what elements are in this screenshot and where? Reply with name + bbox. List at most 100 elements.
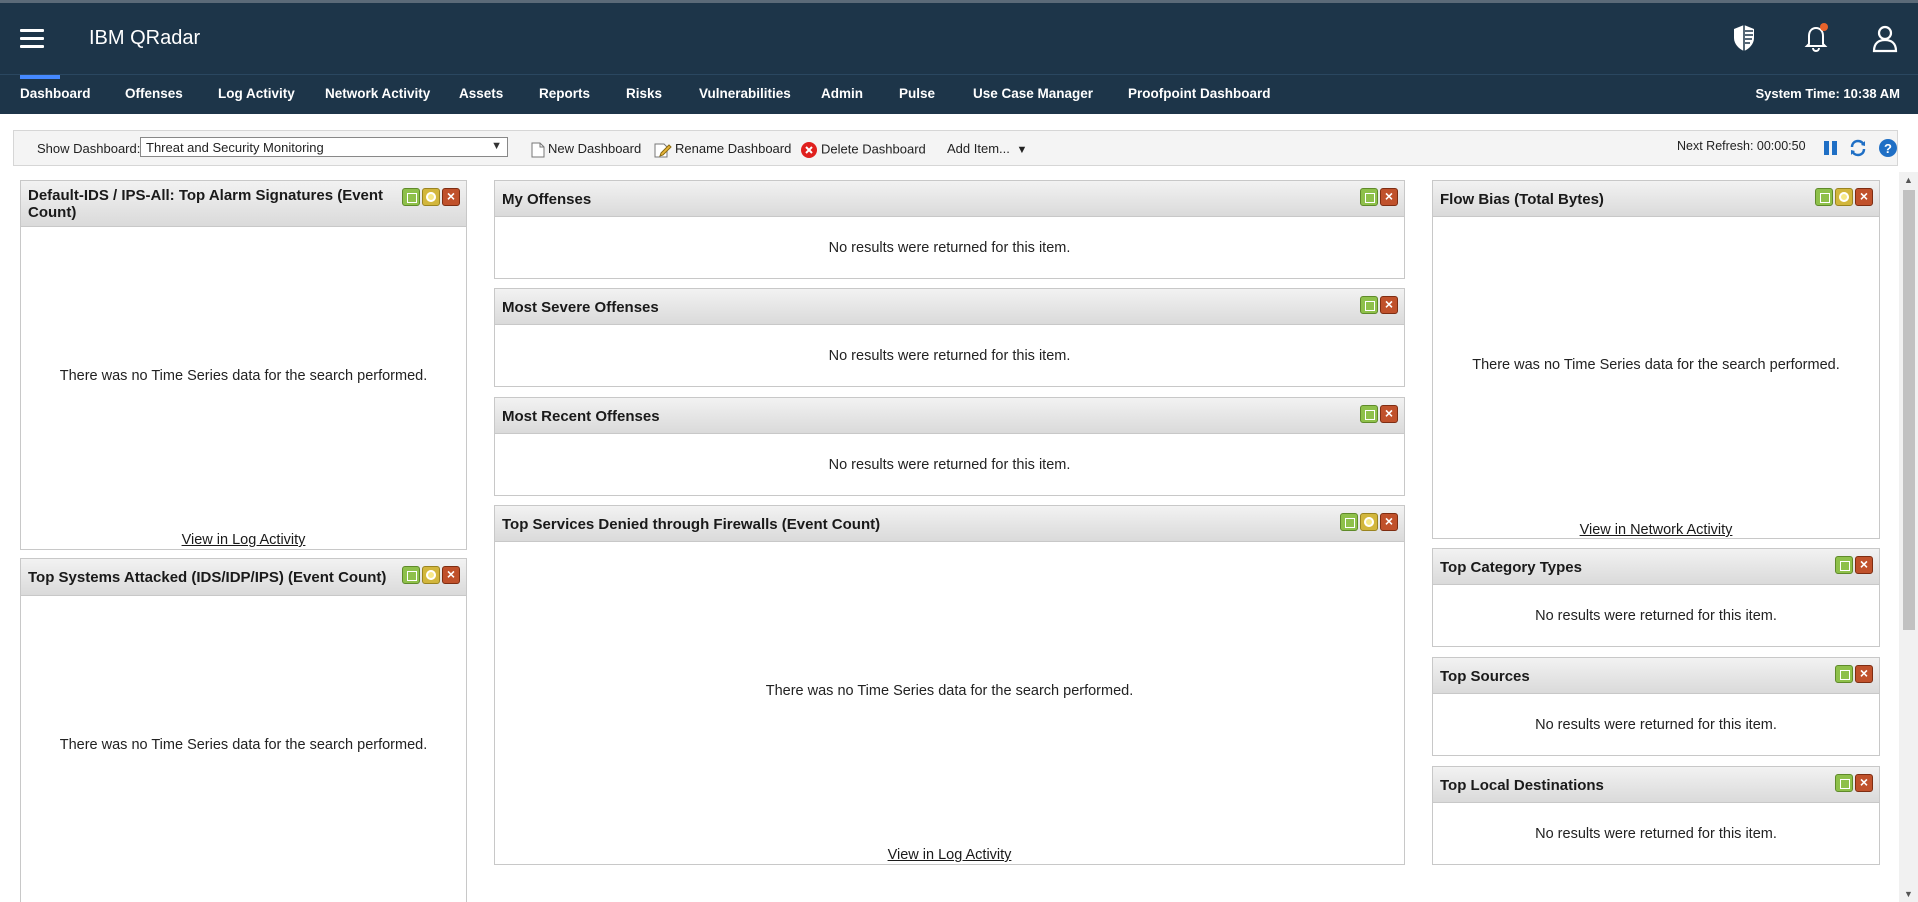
widget-message: No results were returned for this item. (828, 457, 1071, 473)
next-refresh-timer: Next Refresh: 00:00:50 (1677, 139, 1806, 153)
widget-controls: × (1813, 188, 1873, 206)
widget-top-local-destinations: Top Local Destinations × No results were… (1432, 766, 1880, 865)
widget-title: Top Local Destinations (1440, 777, 1604, 794)
widget-top-systems-attacked: Top Systems Attacked (IDS/IDP/IPS) (Even… (20, 558, 467, 902)
widget-header: Top Systems Attacked (IDS/IDP/IPS) (Even… (21, 559, 466, 596)
nav-dashboard[interactable]: Dashboard (20, 86, 91, 101)
detach-window-icon[interactable] (1835, 556, 1853, 574)
widget-controls: × (400, 188, 460, 206)
notification-bell-icon[interactable] (1799, 21, 1833, 55)
widget-title: Top Systems Attacked (IDS/IDP/IPS) (Even… (28, 569, 387, 586)
user-icon[interactable] (1868, 21, 1902, 55)
nav-proofpoint-dashboard[interactable]: Proofpoint Dashboard (1128, 86, 1271, 101)
widget-most-recent-offenses: Most Recent Offenses × No results were r… (494, 397, 1405, 496)
page-scrollbar[interactable]: ▲ ▼ (1899, 172, 1918, 902)
scroll-thumb[interactable] (1903, 190, 1915, 630)
view-in-network-activity-link[interactable]: View in Network Activity (1433, 522, 1879, 538)
settings-gear-icon[interactable] (1835, 188, 1853, 206)
widget-header: My Offenses × (495, 181, 1404, 217)
widget-flow-bias: Flow Bias (Total Bytes) × There was no T… (1432, 180, 1880, 539)
close-icon[interactable]: × (1855, 188, 1873, 206)
detach-window-icon[interactable] (402, 188, 420, 206)
close-icon[interactable]: × (1855, 556, 1873, 574)
widget-message: No results were returned for this item. (828, 240, 1071, 256)
widget-most-severe-offenses: Most Severe Offenses × No results were r… (494, 288, 1405, 387)
view-in-log-activity-link[interactable]: View in Log Activity (21, 532, 466, 548)
detach-window-icon[interactable] (1360, 405, 1378, 423)
settings-gear-icon[interactable] (1360, 513, 1378, 531)
detach-window-icon[interactable] (402, 566, 420, 584)
nav-network-activity[interactable]: Network Activity (325, 86, 430, 101)
nav-admin[interactable]: Admin (821, 86, 863, 101)
widget-controls: × (400, 566, 460, 584)
close-icon[interactable]: × (1855, 774, 1873, 792)
close-icon[interactable]: × (1380, 405, 1398, 423)
nav-pulse[interactable]: Pulse (899, 86, 935, 101)
detach-window-icon[interactable] (1360, 188, 1378, 206)
widget-header: Top Local Destinations × (1433, 767, 1879, 803)
widget-controls: × (1338, 513, 1398, 531)
widget-top-sources: Top Sources × No results were returned f… (1432, 657, 1880, 756)
top-header: IBM QRadar (0, 0, 1918, 74)
widget-message: There was no Time Series data for the se… (1472, 357, 1840, 373)
detach-window-icon[interactable] (1835, 774, 1853, 792)
widget-message: There was no Time Series data for the se… (765, 683, 1134, 699)
nav-assets[interactable]: Assets (459, 86, 503, 101)
menu-icon[interactable] (20, 29, 44, 49)
add-item-label: Add Item... (947, 141, 1010, 156)
shield-icon[interactable] (1727, 21, 1761, 55)
close-icon[interactable]: × (1380, 296, 1398, 314)
detach-window-icon[interactable] (1815, 188, 1833, 206)
nav-vulnerabilities[interactable]: Vulnerabilities (699, 86, 791, 101)
show-dashboard-label: Show Dashboard: (37, 141, 141, 156)
rename-dashboard-button[interactable]: Rename Dashboard (654, 141, 791, 158)
settings-gear-icon[interactable] (422, 566, 440, 584)
widget-header: Most Severe Offenses × (495, 289, 1404, 325)
widget-my-offenses: My Offenses × No results were returned f… (494, 180, 1405, 279)
widget-controls: × (1358, 188, 1398, 206)
detach-window-icon[interactable] (1340, 513, 1358, 531)
widget-header: Top Category Types × (1433, 549, 1879, 585)
widget-controls: × (1833, 556, 1873, 574)
widget-header: Top Services Denied through Firewalls (E… (495, 506, 1404, 542)
caret-down-icon: ▼ (1016, 144, 1028, 156)
widget-header: Top Sources × (1433, 658, 1879, 694)
detach-window-icon[interactable] (1360, 296, 1378, 314)
widget-title: Top Sources (1440, 668, 1530, 685)
rename-icon (654, 143, 672, 158)
close-icon[interactable]: × (1380, 513, 1398, 531)
close-icon[interactable]: × (442, 188, 460, 206)
refresh-icon[interactable] (1848, 138, 1868, 158)
app-title: IBM QRadar (89, 27, 201, 49)
scroll-down-icon[interactable]: ▼ (1904, 889, 1913, 899)
widget-controls: × (1833, 665, 1873, 683)
scroll-up-icon[interactable]: ▲ (1904, 175, 1913, 185)
nav-offenses[interactable]: Offenses (125, 86, 183, 101)
settings-gear-icon[interactable] (422, 188, 440, 206)
widget-top-services-denied: Top Services Denied through Firewalls (E… (494, 505, 1405, 865)
dashboard-select[interactable]: Threat and Security Monitoring ▼ (140, 137, 508, 157)
pause-icon[interactable] (1821, 138, 1841, 158)
nav-reports[interactable]: Reports (539, 86, 590, 101)
widget-title: My Offenses (502, 191, 592, 208)
close-icon[interactable]: × (1855, 665, 1873, 683)
delete-dashboard-button[interactable]: Delete Dashboard (800, 141, 926, 159)
nav-use-case-manager[interactable]: Use Case Manager (973, 86, 1093, 101)
close-icon[interactable]: × (1380, 188, 1398, 206)
nav-log-activity[interactable]: Log Activity (218, 86, 295, 101)
close-icon[interactable]: × (442, 566, 460, 584)
widget-header: Default-IDS / IPS-All: Top Alarm Signatu… (21, 181, 466, 227)
add-item-button[interactable]: Add Item... ▼ (947, 141, 1027, 156)
widget-top-alarm-signatures: Default-IDS / IPS-All: Top Alarm Signatu… (20, 180, 467, 550)
help-icon[interactable]: ? (1878, 138, 1898, 158)
detach-window-icon[interactable] (1835, 665, 1853, 683)
delete-icon (801, 142, 817, 158)
rename-dashboard-label: Rename Dashboard (675, 141, 792, 156)
widget-message: No results were returned for this item. (1535, 826, 1777, 842)
widget-title: Default-IDS / IPS-All: Top Alarm Signatu… (28, 187, 384, 221)
view-in-log-activity-link[interactable]: View in Log Activity (495, 847, 1404, 863)
dashboard-toolbar: Show Dashboard: Threat and Security Moni… (13, 130, 1898, 166)
nav-risks[interactable]: Risks (626, 86, 662, 101)
new-dashboard-button[interactable]: New Dashboard (531, 141, 641, 158)
nav-active-indicator (20, 75, 60, 79)
